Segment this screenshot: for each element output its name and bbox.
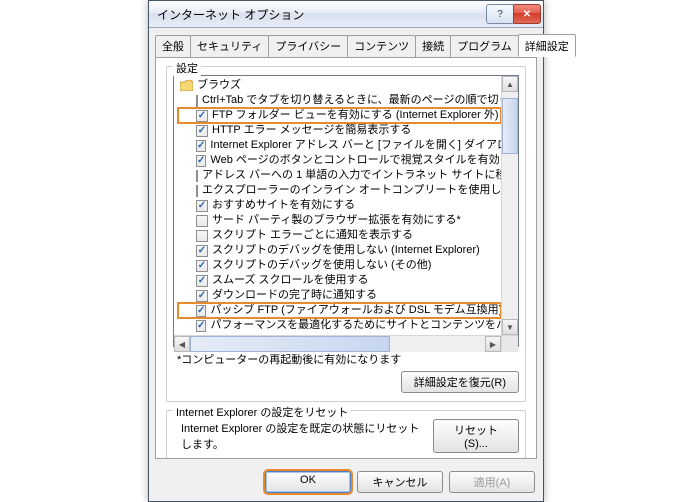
tree-item-label: FTP フォルダー ビューを有効にする (Internet Explorer 外… <box>212 108 499 123</box>
tree-item[interactable]: スクリプト エラーごとに通知を表示する <box>178 228 501 243</box>
scroll-down-button[interactable]: ▼ <box>502 319 518 335</box>
tree-item[interactable]: エクスプローラーのインライン オートコンプリートを使用してダイアログを実行 <box>178 183 501 198</box>
tab-programs[interactable]: プログラム <box>450 35 519 58</box>
tree-item-label: サード パーティ製のブラウザー拡張を有効にする* <box>212 213 461 228</box>
tree-section-browse[interactable]: ブラウズ <box>178 78 501 93</box>
checkbox[interactable] <box>196 170 198 182</box>
tab-privacy[interactable]: プライバシー <box>268 35 348 58</box>
checkbox[interactable] <box>196 290 208 302</box>
checkbox[interactable] <box>196 155 206 167</box>
tab-strip: 全般 セキュリティ プライバシー コンテンツ 接続 プログラム 詳細設定 <box>149 28 543 57</box>
cancel-button[interactable]: キャンセル <box>357 471 443 493</box>
tree-item-label: HTTP エラー メッセージを簡易表示する <box>212 123 411 138</box>
reset-description: Internet Explorer の設定を既定の状態にリセットします。 <box>181 420 425 452</box>
tree-item[interactable]: スクリプトのデバッグを使用しない (Internet Explorer) <box>178 243 501 258</box>
close-button[interactable]: ✕ <box>513 4 541 24</box>
checkbox[interactable] <box>196 140 206 152</box>
vertical-scrollbar[interactable]: ▲ ▼ <box>501 76 518 335</box>
tree-item[interactable]: おすすめサイトを有効にする <box>178 198 501 213</box>
tree-item[interactable]: アドレス バーへの 1 単語の入力でイントラネット サイトに移動する <box>178 168 501 183</box>
tab-body: 設定 ブラウズCtrl+Tab でタブを切り替えるときに、最新のページの順で切り… <box>155 57 537 459</box>
tree-item[interactable]: Web ページのボタンとコントロールで視覚スタイルを有効にする <box>178 153 501 168</box>
settings-legend: 設定 <box>173 60 201 76</box>
tree-item-label: アドレス バーへの 1 単語の入力でイントラネット サイトに移動する <box>202 168 501 183</box>
tree-item[interactable]: Internet Explorer アドレス バーと [ファイルを開く] ダイア… <box>178 138 501 153</box>
checkbox[interactable] <box>196 260 208 272</box>
tree-item[interactable]: ダウンロードの完了時に通知する <box>178 288 501 303</box>
tree-item[interactable]: HTTP エラー メッセージを簡易表示する <box>178 123 501 138</box>
vscroll-thumb[interactable] <box>502 98 518 154</box>
tree-item[interactable]: サード パーティ製のブラウザー拡張を有効にする* <box>178 213 501 228</box>
settings-group: 設定 ブラウズCtrl+Tab でタブを切り替えるときに、最新のページの順で切り… <box>166 66 526 402</box>
tab-advanced[interactable]: 詳細設定 <box>518 34 576 57</box>
checkbox[interactable] <box>196 275 208 287</box>
reset-button[interactable]: リセット(S)... <box>433 419 519 453</box>
tab-security[interactable]: セキュリティ <box>190 35 269 58</box>
scroll-corner <box>501 336 518 352</box>
scroll-up-button[interactable]: ▲ <box>502 76 518 92</box>
checkbox[interactable] <box>196 215 208 227</box>
tree-section-label: ブラウズ <box>197 78 241 93</box>
tree-item-label: おすすめサイトを有効にする <box>212 198 355 213</box>
tree-item-label: スクリプトのデバッグを使用しない (Internet Explorer) <box>212 243 480 258</box>
hscroll-thumb[interactable] <box>190 336 390 352</box>
tree-item-label: ダウンロードの完了時に通知する <box>212 288 377 303</box>
tree-viewport[interactable]: ブラウズCtrl+Tab でタブを切り替えるときに、最新のページの順で切り替える… <box>174 76 501 335</box>
checkbox[interactable] <box>196 185 198 197</box>
checkbox[interactable] <box>196 125 208 137</box>
tree-item[interactable]: Ctrl+Tab でタブを切り替えるときに、最新のページの順で切り替える <box>178 93 501 108</box>
checkbox[interactable] <box>196 320 206 332</box>
tree-item-label: Ctrl+Tab でタブを切り替えるときに、最新のページの順で切り替える <box>202 93 501 108</box>
restore-defaults-button[interactable]: 詳細設定を復元(R) <box>401 371 519 393</box>
tree-item[interactable]: スムーズ スクロールを使用する <box>178 273 501 288</box>
tree-item-label: パッシブ FTP (ファイアウォールおよび DSL モデム互換用) を使用する <box>210 303 501 318</box>
tab-connections[interactable]: 接続 <box>415 35 451 58</box>
reset-footnote: ブラウザーが不安定な状態になった場合にのみ、この設定を使ってください。 <box>173 453 519 459</box>
internet-options-dialog: インターネット オプション ? ✕ 全般 セキュリティ プライバシー コンテンツ… <box>148 0 544 502</box>
window-controls: ? ✕ <box>487 4 541 24</box>
window-title: インターネット オプション <box>157 6 487 23</box>
help-button[interactable]: ? <box>486 4 514 24</box>
tab-general[interactable]: 全般 <box>155 35 191 58</box>
checkbox[interactable] <box>196 245 208 257</box>
tree-item-label: スムーズ スクロールを使用する <box>212 273 369 288</box>
tree-item[interactable]: FTP フォルダー ビューを有効にする (Internet Explorer 外… <box>178 108 501 123</box>
ok-button[interactable]: OK <box>265 471 351 493</box>
tree-item-label: エクスプローラーのインライン オートコンプリートを使用してダイアログを実行 <box>202 183 501 198</box>
checkbox[interactable] <box>196 305 206 317</box>
tree-item[interactable]: パフォーマンスを最適化するためにサイトとコンテンツをバックグラウンドで読 <box>178 318 501 333</box>
tree-item-label: パフォーマンスを最適化するためにサイトとコンテンツをバックグラウンドで読 <box>210 318 501 333</box>
tab-content[interactable]: コンテンツ <box>347 35 416 58</box>
tree-item-label: Internet Explorer アドレス バーと [ファイルを開く] ダイア… <box>210 138 501 153</box>
checkbox[interactable] <box>196 110 208 122</box>
checkbox[interactable] <box>196 230 208 242</box>
checkbox[interactable] <box>196 200 208 212</box>
dialog-buttons: OK キャンセル 適用(A) <box>149 465 543 501</box>
checkbox[interactable] <box>196 95 198 107</box>
horizontal-scrollbar[interactable]: ◀ ▶ <box>174 335 518 352</box>
apply-button[interactable]: 適用(A) <box>449 471 535 493</box>
tree-item[interactable]: スクリプトのデバッグを使用しない (その他) <box>178 258 501 273</box>
tree-item-label: スクリプトのデバッグを使用しない (その他) <box>212 258 431 273</box>
titlebar: インターネット オプション ? ✕ <box>149 1 543 28</box>
folder-icon <box>180 80 193 91</box>
reset-group: Internet Explorer の設定をリセット Internet Expl… <box>166 410 526 459</box>
settings-tree: ブラウズCtrl+Tab でタブを切り替えるときに、最新のページの順で切り替える… <box>173 75 519 347</box>
tree-item[interactable]: パッシブ FTP (ファイアウォールおよび DSL モデム互換用) を使用する <box>178 303 501 318</box>
reset-legend: Internet Explorer の設定をリセット <box>173 404 351 420</box>
scroll-right-button[interactable]: ▶ <box>485 336 501 352</box>
tree-item-label: Web ページのボタンとコントロールで視覚スタイルを有効にする <box>210 153 501 168</box>
scroll-left-button[interactable]: ◀ <box>174 336 190 352</box>
tree-item-label: スクリプト エラーごとに通知を表示する <box>212 228 413 243</box>
